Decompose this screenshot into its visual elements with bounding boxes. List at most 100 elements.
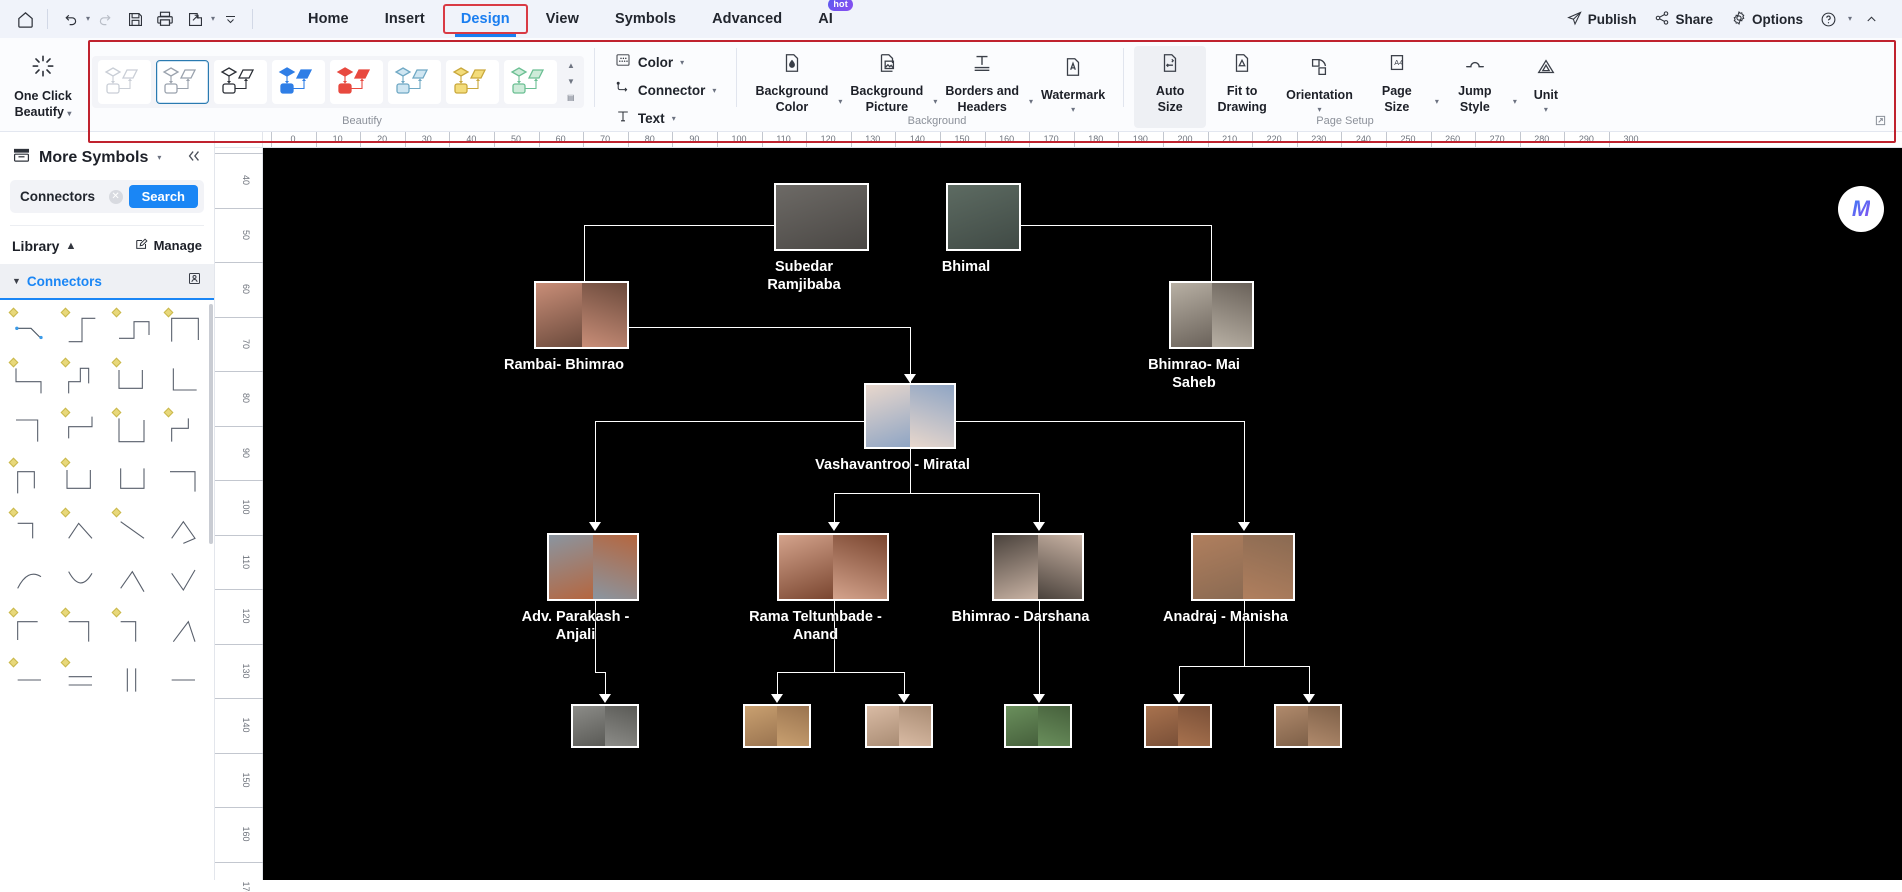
theme-0[interactable] bbox=[98, 60, 151, 104]
tree-node-c4[interactable] bbox=[1004, 704, 1072, 748]
connector-symbol-12[interactable] bbox=[6, 456, 56, 504]
sidebar-title-caret[interactable]: ▾ bbox=[157, 154, 161, 162]
chevron-up-icon[interactable]: ▲ bbox=[65, 240, 76, 252]
tree-node-vashavant[interactable]: Vashavantroo - Miratal bbox=[815, 383, 970, 474]
options-button[interactable]: Options bbox=[1724, 6, 1810, 33]
color-option[interactable]: Color ▾ bbox=[615, 52, 717, 73]
watermark-caret[interactable]: ▾ bbox=[1071, 105, 1075, 114]
connector-symbol-1[interactable] bbox=[58, 306, 108, 354]
connector-symbol-15[interactable] bbox=[161, 456, 211, 504]
connector-symbol-3[interactable] bbox=[161, 306, 211, 354]
tree-node-c6[interactable] bbox=[1274, 704, 1342, 748]
tree-node-subedar[interactable]: Subedar Ramjibaba bbox=[767, 183, 869, 294]
connector-symbol-18[interactable] bbox=[109, 506, 159, 554]
connector-symbol-4[interactable] bbox=[6, 356, 56, 404]
tree-node-rambai[interactable]: Rambai- Bhimrao bbox=[504, 281, 629, 374]
connector-symbol-31[interactable] bbox=[161, 656, 211, 704]
unit-caret[interactable]: ▾ bbox=[1544, 105, 1548, 114]
redo-icon[interactable] bbox=[90, 5, 120, 33]
tree-node-parakash[interactable]: Adv. Parakash - Anjali bbox=[522, 533, 639, 644]
connector-symbol-11[interactable] bbox=[161, 406, 211, 454]
connector-symbol-0[interactable] bbox=[6, 306, 56, 354]
chevron-up-icon[interactable] bbox=[1856, 5, 1886, 33]
connector-symbol-5[interactable] bbox=[58, 356, 108, 404]
tab-insert[interactable]: Insert bbox=[367, 4, 443, 34]
connector-symbol-8[interactable] bbox=[6, 406, 56, 454]
manage-button[interactable]: Manage bbox=[135, 237, 202, 254]
help-button[interactable] bbox=[1814, 7, 1843, 32]
tab-ai[interactable]: AI hot bbox=[800, 0, 853, 34]
gallery-expand-icon[interactable]: ▤ bbox=[567, 94, 575, 102]
home-icon[interactable] bbox=[10, 5, 40, 33]
double-chevron-left-icon[interactable] bbox=[186, 148, 202, 168]
search-button[interactable]: Search bbox=[128, 185, 198, 208]
theme-5[interactable] bbox=[388, 60, 441, 104]
tree-node-anadraj[interactable]: Anadraj - Manisha bbox=[1163, 533, 1295, 626]
save-icon[interactable] bbox=[120, 5, 150, 33]
clear-icon[interactable]: ✕ bbox=[108, 189, 123, 204]
export-icon[interactable] bbox=[180, 5, 210, 33]
tree-node-bhimal[interactable]: Bhimal bbox=[942, 183, 1021, 276]
more-quick-access-icon[interactable] bbox=[215, 5, 245, 33]
theme-7[interactable] bbox=[504, 60, 557, 104]
tree-node-c5[interactable] bbox=[1144, 704, 1212, 748]
tree-node-c3[interactable] bbox=[865, 704, 933, 748]
search-input[interactable]: Connectors bbox=[20, 189, 103, 204]
connector-symbol-21[interactable] bbox=[58, 556, 108, 604]
connector-symbol-7[interactable] bbox=[161, 356, 211, 404]
sidebar-category-connectors[interactable]: ▼ Connectors bbox=[0, 264, 214, 298]
dialog-launcher-icon[interactable] bbox=[1875, 115, 1886, 129]
connector-symbol-14[interactable] bbox=[109, 456, 159, 504]
connector-symbol-16[interactable] bbox=[6, 506, 56, 554]
connector-symbol-13[interactable] bbox=[58, 456, 108, 504]
tab-symbols[interactable]: Symbols bbox=[597, 4, 694, 34]
theme-3[interactable] bbox=[272, 60, 325, 104]
connector-option[interactable]: Connector ▾ bbox=[615, 80, 716, 101]
connector-symbol-10[interactable] bbox=[109, 406, 159, 454]
theme-2[interactable] bbox=[214, 60, 267, 104]
tree-node-c1[interactable] bbox=[571, 704, 639, 748]
undo-icon[interactable] bbox=[55, 5, 85, 33]
diagram-canvas[interactable]: Subedar Ramjibaba Bhimal Rambai- Bhimrao Bh… bbox=[263, 148, 1902, 880]
connector-option-caret[interactable]: ▾ bbox=[712, 86, 716, 95]
tree-node-rama[interactable]: Rama Teltumbade - Anand bbox=[749, 533, 889, 644]
tab-home[interactable]: Home bbox=[290, 4, 367, 34]
tree-node-bhimdar[interactable]: Bhimrao - Darshana bbox=[952, 533, 1089, 626]
connector-symbol-9[interactable] bbox=[58, 406, 108, 454]
pin-library-icon[interactable] bbox=[187, 271, 202, 291]
connector-symbol-26[interactable] bbox=[109, 606, 159, 654]
vertical-ruler[interactable]: 40 50 60 70 80 90 100 110 120 130 140 150 160 170 bbox=[215, 148, 263, 892]
connector-symbol-25[interactable] bbox=[58, 606, 108, 654]
tab-advanced[interactable]: Advanced bbox=[694, 4, 800, 34]
connector-symbol-29[interactable] bbox=[58, 656, 108, 704]
tab-view[interactable]: View bbox=[528, 4, 597, 34]
print-icon[interactable] bbox=[150, 5, 180, 33]
help-dropdown-caret[interactable]: ▾ bbox=[1848, 15, 1852, 23]
connector-symbol-28[interactable] bbox=[6, 656, 56, 704]
connector-arrow-icon bbox=[1173, 694, 1185, 703]
share-button[interactable]: Share bbox=[1647, 6, 1720, 33]
color-option-caret[interactable]: ▾ bbox=[680, 58, 684, 67]
connector-symbol-23[interactable] bbox=[161, 556, 211, 604]
gallery-scroll-down-icon[interactable]: ▼ bbox=[567, 78, 575, 86]
publish-button[interactable]: Publish bbox=[1560, 6, 1644, 33]
connector-symbol-24[interactable] bbox=[6, 606, 56, 654]
horizontal-ruler[interactable]: 0 10 20 30 40 50 60 70 80 90 100 110 120 130 140 150 160… bbox=[263, 132, 1902, 148]
connector-symbol-22[interactable] bbox=[109, 556, 159, 604]
connector-symbol-19[interactable] bbox=[161, 506, 211, 554]
theme-4[interactable] bbox=[330, 60, 383, 104]
gallery-scroll-up-icon[interactable]: ▲ bbox=[567, 62, 575, 70]
tree-node-c2[interactable] bbox=[743, 704, 811, 748]
orientation-caret[interactable]: ▾ bbox=[1317, 105, 1321, 114]
edrawmax-logo-icon[interactable]: M bbox=[1838, 186, 1884, 232]
connector-symbol-20[interactable] bbox=[6, 556, 56, 604]
theme-6[interactable] bbox=[446, 60, 499, 104]
connector-symbol-6[interactable] bbox=[109, 356, 159, 404]
tab-design[interactable]: Design bbox=[442, 4, 528, 37]
theme-1[interactable] bbox=[156, 60, 209, 104]
connector-symbol-27[interactable] bbox=[161, 606, 211, 654]
connector-symbol-17[interactable] bbox=[58, 506, 108, 554]
connector-symbol-2[interactable] bbox=[109, 306, 159, 354]
connector-symbol-30[interactable] bbox=[109, 656, 159, 704]
tree-node-bhimraomai[interactable]: Bhimrao- Mai Saheb bbox=[1148, 281, 1254, 392]
